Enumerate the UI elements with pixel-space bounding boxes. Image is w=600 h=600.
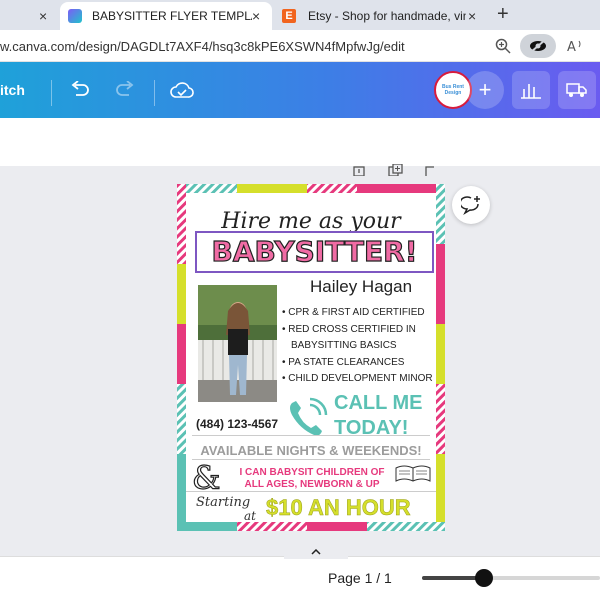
sitter-name: Hailey Hagan	[309, 277, 413, 296]
starting-text: Starting	[196, 495, 251, 510]
list-item: • CHILD DEVELOPMENT MINOR	[282, 373, 433, 384]
bullet-text: RED CROSS CERTIFIED IN	[288, 323, 416, 335]
bullet-text: CPR & FIRST AID CERTIFIED	[288, 307, 425, 318]
context-toolbar	[0, 118, 600, 166]
page-indicator[interactable]: Page 1 / 1	[328, 570, 392, 586]
list-item: • RED CROSS CERTIFIED IN	[282, 323, 416, 335]
ages-text: I CAN BABYSIT CHILDREN OF ALL AGES, NEWB…	[222, 467, 402, 491]
divider	[192, 459, 430, 460]
zoom-icon[interactable]	[495, 38, 511, 54]
eye-slash-icon	[530, 39, 546, 53]
tab-bar: × BABYSITTER FLYER TEMPLATE 2 - × E Etsy…	[0, 0, 600, 30]
add-comment-button[interactable]	[452, 186, 490, 224]
babysitter-title: BABYSITTER!	[211, 234, 418, 268]
bullet-text: PA STATE CLEARANCES	[288, 356, 405, 368]
read-aloud-icon[interactable]: A	[567, 38, 583, 54]
address-bar[interactable]: w.canva.com/design/DAGDLt7AXF4/hsq3c8kPE…	[0, 30, 600, 62]
bullet-text: CHILD DEVELOPMENT MINOR	[288, 373, 433, 384]
bullet-text: BABYSITTING BASICS	[291, 340, 397, 351]
avatar-text: Bus Rent Design	[442, 84, 464, 96]
book-icon	[395, 465, 431, 482]
ages-line-2: ALL AGES, NEWBORN & UP	[244, 479, 380, 490]
bar-chart-icon	[521, 84, 541, 99]
tracking-prevention-button[interactable]	[520, 34, 556, 58]
bottom-bar: Page 1 / 1	[0, 545, 600, 600]
lock-icon[interactable]	[352, 164, 366, 176]
divider	[186, 491, 436, 492]
etsy-favicon-icon: E	[282, 9, 296, 23]
editor-toolbar: itch Bus Rent Design +	[0, 62, 600, 118]
list-item: BABYSITTING BASICS	[282, 338, 436, 355]
tab-babysitter-flyer[interactable]: BABYSITTER FLYER TEMPLATE 2 - ×	[60, 2, 272, 30]
sitter-photo	[198, 285, 277, 402]
divider	[192, 435, 430, 436]
cloud-saved-icon[interactable]	[170, 80, 194, 100]
price-text: $10 AN HOUR	[266, 495, 411, 521]
call-me-text: CALL ME TODAY!	[334, 391, 436, 441]
flyer-content: Hire me as your BABYSITTER! Hailey Hagan…	[186, 193, 436, 523]
tab-label: BABYSITTER FLYER TEMPLATE 2 -	[92, 9, 252, 23]
switch-button[interactable]: itch	[0, 82, 25, 98]
close-icon[interactable]: ×	[39, 8, 47, 24]
zoom-slider-thumb[interactable]	[475, 569, 494, 587]
tab-etsy[interactable]: E Etsy - Shop for handmade, vintag ×	[278, 2, 486, 30]
undo-icon[interactable]	[70, 81, 90, 99]
add-page-icon[interactable]	[424, 164, 436, 176]
flyer-page[interactable]: Hire me as your BABYSITTER! Hailey Hagan…	[177, 184, 445, 531]
truck-icon	[566, 83, 587, 97]
divider	[154, 80, 155, 106]
insights-button[interactable]	[512, 71, 550, 109]
qualifications-list: • CPR & FIRST AID CERTIFIED • RED CROSS …	[282, 305, 436, 388]
phone-icon	[290, 397, 328, 436]
tab-previous[interactable]: ×	[0, 2, 60, 30]
phone-number: (484) 123-4567	[196, 417, 279, 431]
show-pages-button[interactable]	[284, 545, 348, 559]
babysitter-box: BABYSITTER!	[195, 231, 434, 273]
call-line-2: TODAY!	[334, 417, 409, 439]
redo-icon[interactable]	[115, 81, 135, 99]
chevron-up-icon	[311, 549, 321, 555]
call-line-1: CALL ME	[334, 392, 423, 414]
close-icon[interactable]: ×	[252, 8, 260, 24]
list-item: • PA STATE CLEARANCES	[282, 356, 405, 368]
zoom-slider[interactable]	[422, 569, 600, 587]
availability-text: AVAILABLE NIGHTS & WEEKENDS!	[200, 443, 422, 458]
duplicate-page-icon[interactable]	[388, 164, 404, 176]
tab-label: Etsy - Shop for handmade, vintag	[308, 9, 466, 23]
new-tab-button[interactable]: +	[497, 3, 509, 26]
close-icon[interactable]: ×	[468, 8, 476, 24]
comment-plus-icon	[461, 196, 480, 215]
canva-favicon-icon	[68, 9, 82, 23]
divider	[51, 80, 52, 106]
add-collaborator-button[interactable]: +	[466, 71, 504, 109]
print-delivery-button[interactable]	[558, 71, 596, 109]
ages-line-1: I CAN BABYSIT CHILDREN OF	[239, 467, 385, 478]
at-text: at	[244, 509, 256, 523]
url-text: w.canva.com/design/DAGDLt7AXF4/hsq3c8kPE…	[0, 39, 405, 54]
svg-text:A: A	[567, 40, 576, 54]
list-item: • CPR & FIRST AID CERTIFIED	[282, 307, 425, 318]
